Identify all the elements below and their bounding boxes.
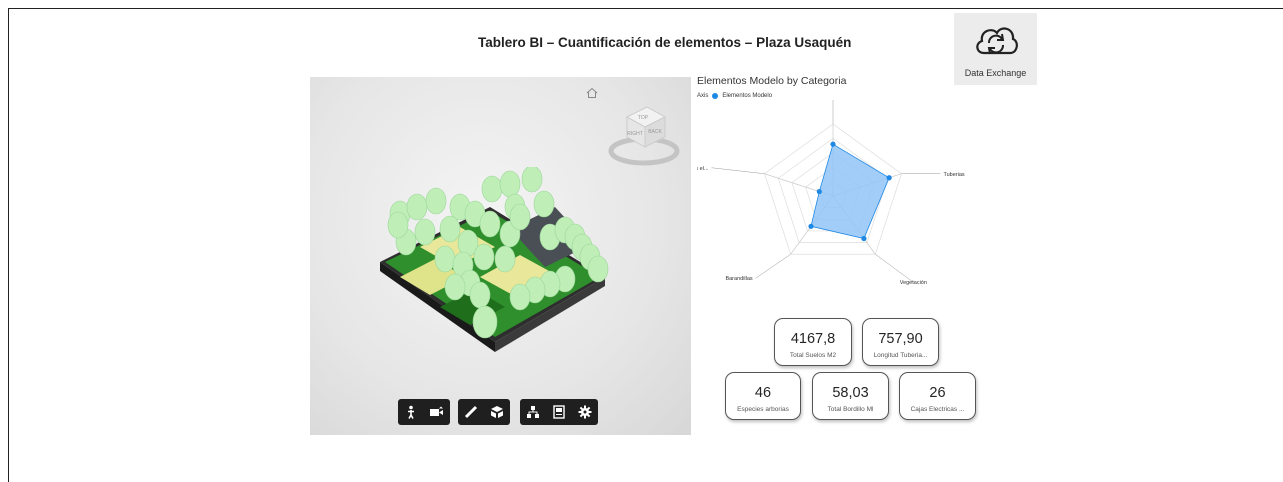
radar-data-point <box>808 223 814 229</box>
properties-icon[interactable] <box>546 399 572 425</box>
radar-category-label: Aparatos el... <box>697 166 709 172</box>
kpi-label: Longitud Tuberia... <box>873 352 928 359</box>
section-cube-icon[interactable] <box>484 399 510 425</box>
radar-category-label: Barandillas <box>725 276 752 282</box>
kpi-label: Total Bordillo Ml <box>827 406 874 413</box>
radar-label-leader <box>711 167 765 174</box>
measure-icon[interactable] <box>458 399 484 425</box>
radar-series-area <box>810 143 890 239</box>
model-toolbar <box>520 399 598 425</box>
radar-chart-title: Elementos Modelo by Categoria <box>697 75 847 87</box>
legend-series-label: Elementos Modelo <box>722 93 773 99</box>
radar-data-point <box>861 235 867 242</box>
legend-axis-label: Axis <box>697 93 709 99</box>
camera-icon[interactable] <box>424 399 450 425</box>
data-exchange-label: Data Exchange <box>964 68 1027 78</box>
radar-category-label: Vegetación <box>900 280 927 286</box>
kpi-card-total-suelos: 4167,8 Total Suelos M2 <box>774 318 852 366</box>
kpi-label: Total Suelos M2 <box>789 352 837 359</box>
radar-legend: Axis Elementos Modelo <box>697 93 772 99</box>
kpi-card-cajas-electricas: 26 Cajas Electricas ... <box>899 372 976 420</box>
radar-label-leader <box>755 254 791 279</box>
data-exchange-button[interactable]: Data Exchange <box>954 13 1037 85</box>
radar-category-label: Tuberias <box>943 172 964 178</box>
plaza-3d-model[interactable] <box>360 167 640 367</box>
home-icon[interactable] <box>586 87 598 99</box>
model-tree-icon[interactable] <box>520 399 546 425</box>
kpi-value: 26 <box>929 385 946 401</box>
viewcube[interactable]: TOP RIGHT BACK <box>607 99 682 171</box>
kpi-card-total-bordillo: 58,03 Total Bordillo Ml <box>812 372 889 420</box>
kpi-label: Cajas Electricas ... <box>910 406 965 413</box>
settings-gear-icon[interactable] <box>572 399 598 425</box>
radar-chart: SuelosTuberiasVegetaciónBarandillasApara… <box>697 100 965 286</box>
kpi-label: Especies arborias <box>737 406 789 413</box>
page-title: Tablero BI – Cuantificación de elementos… <box>478 35 852 50</box>
kpi-card-especies-arborias: 46 Especies arborias <box>725 372 801 420</box>
viewcube-face-right[interactable]: RIGHT <box>627 131 643 137</box>
kpi-value: 757,90 <box>878 331 923 347</box>
viewcube-face-back[interactable]: BACK <box>648 129 662 135</box>
radar-data-point <box>886 175 892 181</box>
kpi-value: 46 <box>754 385 772 401</box>
kpi-value: 58,03 <box>832 385 869 401</box>
analysis-toolbar <box>458 399 510 425</box>
model-viewer[interactable]: TOP RIGHT BACK <box>310 77 691 435</box>
viewcube-face-top[interactable]: TOP <box>638 115 649 121</box>
radar-label-leader <box>875 254 914 283</box>
person-walk-icon[interactable] <box>398 399 424 425</box>
kpi-value: 4167,8 <box>790 331 836 347</box>
radar-data-point <box>830 141 836 147</box>
navigation-toolbar <box>398 399 450 425</box>
cloud-sync-icon <box>976 27 1018 55</box>
radar-data-point <box>816 188 822 195</box>
legend-series-marker <box>712 93 719 99</box>
kpi-card-longitud-tuberia: 757,90 Longitud Tuberia... <box>862 318 939 366</box>
